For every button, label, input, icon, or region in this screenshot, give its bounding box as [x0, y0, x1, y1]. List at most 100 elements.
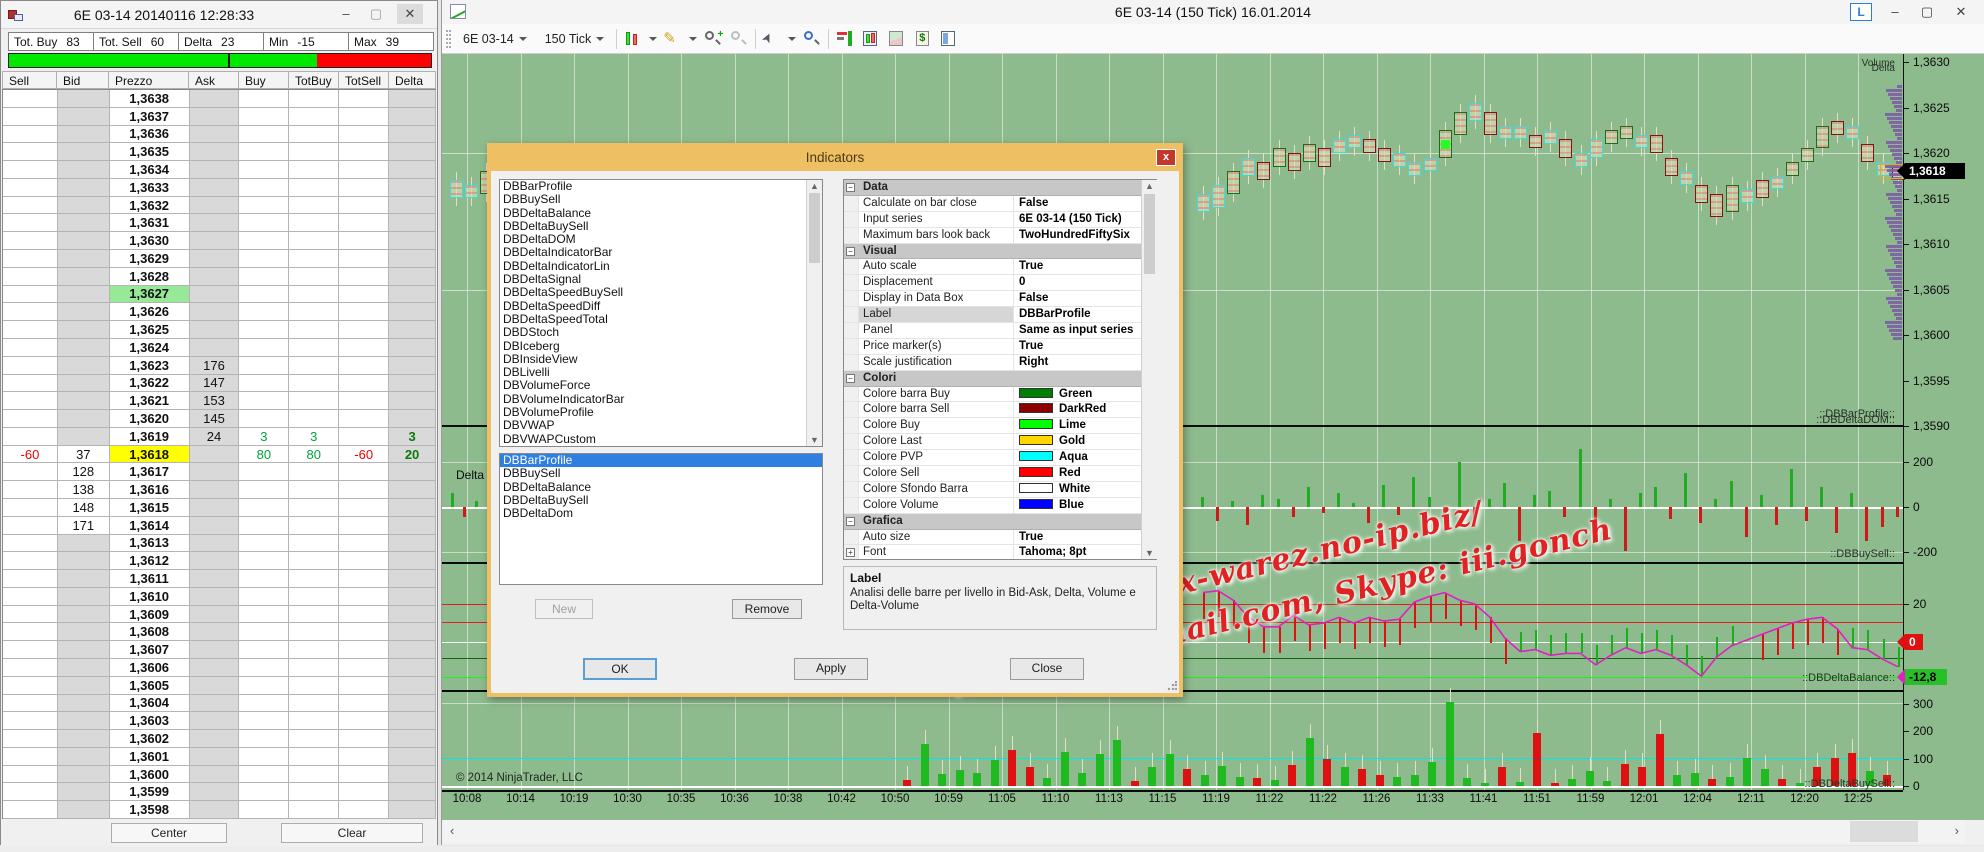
dom-cell[interactable] — [3, 623, 58, 641]
property-value[interactable]: True — [1014, 530, 1156, 545]
chart-close-button[interactable]: ✕ — [1948, 2, 1974, 22]
dom-cell[interactable] — [289, 659, 339, 677]
dom-cell[interactable] — [339, 268, 389, 286]
data-box-icon[interactable] — [802, 29, 822, 49]
dom-cell[interactable] — [389, 641, 436, 659]
dom-cell[interactable] — [190, 179, 240, 197]
dom-cell[interactable]: 37 — [58, 446, 110, 464]
dom-cell[interactable] — [3, 392, 58, 410]
dom-cell[interactable] — [339, 410, 389, 428]
dom-cell[interactable] — [239, 535, 289, 553]
dom-cell[interactable] — [389, 730, 436, 748]
indicator-list-item[interactable]: DBVWAP — [500, 419, 822, 432]
dom-cell[interactable] — [3, 517, 58, 535]
dom-cell[interactable] — [58, 588, 110, 606]
dom-cell[interactable] — [239, 499, 289, 517]
dom-cell[interactable] — [289, 730, 339, 748]
property-row[interactable]: Colore barra BuyGreen — [844, 387, 1156, 403]
dom-cell[interactable] — [239, 339, 289, 357]
dom-cell[interactable] — [289, 375, 339, 393]
property-row[interactable]: Scale justificationRight — [844, 355, 1156, 371]
dom-cell[interactable] — [239, 375, 289, 393]
dom-cell[interactable] — [289, 499, 339, 517]
dom-cell[interactable] — [389, 766, 436, 784]
dom-cell[interactable] — [3, 766, 58, 784]
dom-row[interactable]: 1,3603 — [3, 712, 436, 730]
dom-cell[interactable] — [289, 286, 339, 304]
property-row[interactable]: Maximum bars look backTwoHundredFiftySix — [844, 228, 1156, 244]
dom-cell[interactable]: -60 — [3, 446, 58, 464]
dom-cell[interactable] — [389, 623, 436, 641]
dom-cell[interactable]: 1,3613 — [110, 535, 190, 553]
dom-cell[interactable] — [239, 303, 289, 321]
dom-cell[interactable] — [3, 606, 58, 624]
dialog-resize-grip[interactable] — [1167, 681, 1177, 691]
dom-cell[interactable] — [3, 179, 58, 197]
dom-cell[interactable] — [339, 90, 389, 108]
dom-cell[interactable]: 1,3628 — [110, 268, 190, 286]
dom-cell[interactable] — [190, 570, 240, 588]
dom-row[interactable]: 1,3608 — [3, 623, 436, 641]
selected-indicator-item[interactable]: DBDeltaDom — [500, 507, 822, 520]
property-group[interactable]: −Visual — [844, 244, 1156, 260]
dom-cell[interactable] — [289, 339, 339, 357]
dom-cell[interactable]: 1,3605 — [110, 677, 190, 695]
dom-cell[interactable] — [58, 766, 110, 784]
dom-cell[interactable]: 1,3616 — [110, 481, 190, 499]
dom-cell[interactable] — [239, 161, 289, 179]
property-row[interactable]: PanelSame as input series — [844, 323, 1156, 339]
dom-cell[interactable] — [339, 623, 389, 641]
property-row[interactable]: Colore BuyLime — [844, 418, 1156, 434]
dom-cell[interactable] — [190, 339, 240, 357]
dom-row[interactable]: 1,3628 — [3, 268, 436, 286]
dom-cell[interactable] — [58, 410, 110, 428]
dom-row[interactable]: 1,3613 — [3, 535, 436, 553]
dom-cell[interactable] — [3, 214, 58, 232]
dom-cell[interactable] — [239, 321, 289, 339]
dom-cell[interactable] — [190, 143, 240, 161]
candle[interactable] — [1726, 185, 1739, 212]
dom-row[interactable]: 1,3635 — [3, 143, 436, 161]
dom-row[interactable]: 1,3605 — [3, 677, 436, 695]
dom-cell[interactable] — [339, 232, 389, 250]
candle[interactable] — [1635, 135, 1648, 149]
dom-cell[interactable]: 1,3634 — [110, 161, 190, 179]
dom-cell[interactable] — [58, 535, 110, 553]
candle[interactable] — [1831, 121, 1844, 135]
dom-cell[interactable] — [190, 606, 240, 624]
dom-cell[interactable] — [289, 623, 339, 641]
dom-cell[interactable] — [289, 268, 339, 286]
selected-indicator-item[interactable]: DBBarProfile — [500, 454, 822, 467]
dom-cell[interactable] — [289, 463, 339, 481]
property-value[interactable]: Lime — [1014, 418, 1156, 433]
dom-cell[interactable]: 1,3631 — [110, 214, 190, 232]
candle[interactable] — [1559, 139, 1572, 157]
dom-row[interactable]: 1,3610 — [3, 588, 436, 606]
dom-cell[interactable]: 176 — [190, 357, 240, 375]
dom-cell[interactable] — [289, 357, 339, 375]
dom-cell[interactable] — [58, 783, 110, 801]
property-row[interactable]: Colore barra SellDarkRed — [844, 402, 1156, 418]
dom-cell[interactable] — [3, 339, 58, 357]
dom-cell[interactable] — [58, 108, 110, 126]
indicator-list-item[interactable]: DBBuySell — [500, 193, 822, 206]
dom-cell[interactable] — [339, 357, 389, 375]
dom-cell[interactable] — [289, 214, 339, 232]
dom-cell[interactable] — [289, 90, 339, 108]
dom-row[interactable]: 1,3611 — [3, 570, 436, 588]
property-row[interactable]: Calculate on bar closeFalse — [844, 196, 1156, 212]
candle[interactable] — [1605, 130, 1618, 144]
dom-cell[interactable] — [289, 766, 339, 784]
indicator-list-item[interactable]: DBBarProfile — [500, 180, 822, 193]
indicator-list-item[interactable]: DBDeltaIndicatorLin — [500, 260, 822, 273]
dom-cell[interactable] — [339, 375, 389, 393]
dom-cell[interactable] — [190, 90, 240, 108]
property-value[interactable]: White — [1014, 482, 1156, 497]
dom-cell[interactable] — [389, 339, 436, 357]
panel-grid-icon[interactable] — [939, 29, 959, 49]
dom-row[interactable]: 1,3620145 — [3, 410, 436, 428]
candle[interactable] — [1408, 162, 1421, 176]
indicator-properties-grid[interactable]: −DataCalculate on bar closeFalseInput se… — [843, 179, 1157, 560]
dom-row[interactable]: 1,3633 — [3, 179, 436, 197]
dom-cell[interactable] — [58, 712, 110, 730]
